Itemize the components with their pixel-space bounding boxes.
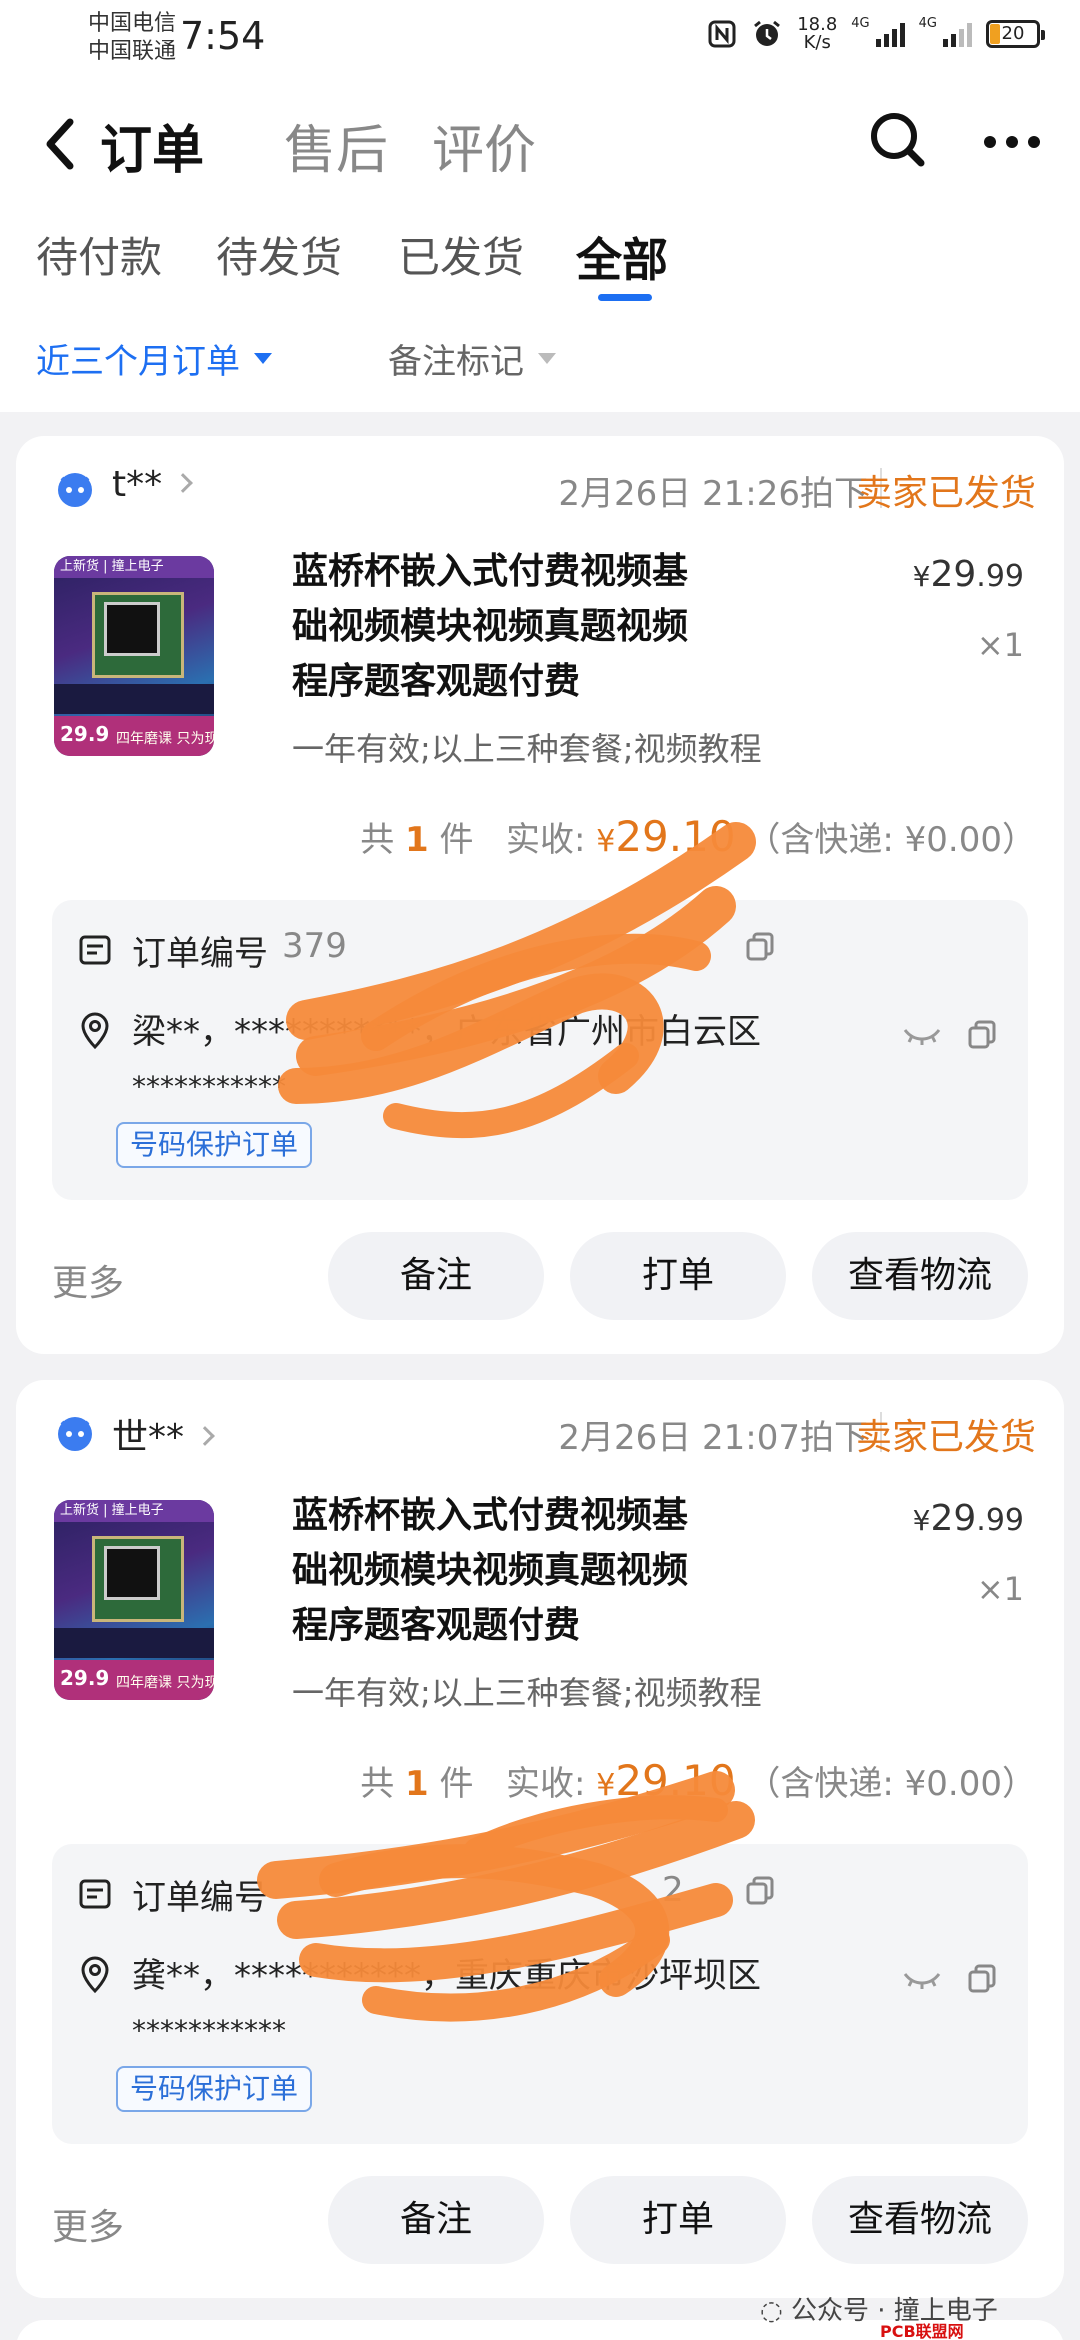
- signal-icon: [943, 21, 972, 47]
- track-shipment-button[interactable]: 查看物流: [812, 1232, 1028, 1320]
- order-summary: 共 1 件 实收: ¥29.10 （含快递: ¥0.00）: [360, 1756, 1036, 1805]
- copy-icon[interactable]: [966, 1018, 998, 1050]
- nfc-icon: [708, 20, 736, 48]
- subtab-pending-payment[interactable]: 待付款: [36, 224, 162, 285]
- location-pin-icon: [81, 1956, 109, 1994]
- shipping-address: 龚**，***********，重庆重庆市沙坪坝区: [132, 1956, 761, 1996]
- signal-2-label: 4G: [918, 16, 937, 31]
- order-number-icon: [79, 935, 111, 965]
- battery-icon: 20: [986, 20, 1045, 48]
- track-shipment-button[interactable]: 查看物流: [812, 2176, 1028, 2264]
- shop-name[interactable]: t**: [112, 464, 194, 505]
- copy-icon[interactable]: [744, 1874, 776, 1906]
- print-order-button[interactable]: 打单: [570, 1232, 786, 1320]
- shop-avatar-icon: [58, 473, 92, 507]
- order-time: 2月26日 21:07拍下: [558, 1418, 868, 1458]
- chevron-right-icon: [173, 473, 194, 493]
- order-card: 世** 2月26日 21:07拍下 卖家已发货 上新货 | 撞上电子 29.9 …: [16, 1380, 1064, 2298]
- search-icon[interactable]: [866, 108, 930, 172]
- subtab-all[interactable]: 全部: [576, 224, 668, 290]
- clock: 7:54: [180, 14, 266, 58]
- order-number-value: 2: [662, 1870, 684, 1910]
- copy-icon[interactable]: [966, 1962, 998, 1994]
- location-pin-icon: [81, 1012, 109, 1050]
- order-status: 卖家已发货: [855, 1417, 1036, 1458]
- subtab-shipped[interactable]: 已发货: [398, 224, 524, 285]
- status-bar: 中国电信 中国联通 7:54 18.8 K/s 4G 4G 20: [0, 0, 1080, 72]
- subtab-pending-shipment[interactable]: 待发货: [216, 224, 342, 285]
- product-quantity: ×1: [976, 1570, 1024, 1608]
- tab-reviews[interactable]: 评价: [432, 108, 536, 183]
- remark-button[interactable]: 备注: [328, 2176, 544, 2264]
- hidden-eye-icon[interactable]: [902, 1970, 942, 1990]
- shipping-address-detail: ***********: [132, 1070, 286, 1103]
- product-sku: 一年有效;以上三种套餐;视频教程: [292, 730, 762, 768]
- wechat-icon: ◌: [760, 2296, 791, 2326]
- product-thumbnail[interactable]: 上新货 | 撞上电子 29.9 四年磨课 只为现在: [54, 1500, 214, 1700]
- order-time: 2月26日 21:26拍下: [558, 474, 868, 514]
- product-quantity: ×1: [976, 626, 1024, 664]
- print-order-button[interactable]: 打单: [570, 2176, 786, 2264]
- filter-note-mark[interactable]: 备注标记: [388, 334, 556, 383]
- active-tab-indicator: [598, 294, 652, 301]
- order-status: 卖家已发货: [855, 473, 1036, 514]
- shop-name[interactable]: 世**: [112, 1408, 215, 1460]
- carrier-labels: 中国电信 中国联通: [88, 10, 176, 66]
- more-options-icon[interactable]: [980, 132, 1044, 152]
- order-number-value: 379: [282, 926, 347, 966]
- order-number-label: 订单编号: [132, 934, 268, 974]
- back-arrow-icon[interactable]: [40, 114, 80, 174]
- shipping-address-detail: ***********: [132, 2014, 286, 2047]
- remark-button[interactable]: 备注: [328, 1232, 544, 1320]
- product-price: ¥29.99: [912, 1498, 1024, 1539]
- number-protection-tag: 号码保护订单: [116, 1122, 313, 1168]
- shop-avatar-icon: [58, 1417, 92, 1451]
- dropdown-arrow-icon: [254, 353, 272, 364]
- order-card: t** 2月26日 21:26拍下 卖家已发货 上新货 | 撞上电子 29.9 …: [16, 436, 1064, 1354]
- shipping-address: 梁**，***********，广东省广州市白云区: [132, 1012, 761, 1052]
- copy-icon[interactable]: [744, 930, 776, 962]
- product-sku: 一年有效;以上三种套餐;视频教程: [292, 1674, 762, 1712]
- number-protection-tag: 号码保护订单: [116, 2066, 313, 2112]
- tab-after-sales[interactable]: 售后: [284, 108, 388, 183]
- net-speed: 18.8 K/s: [797, 14, 838, 53]
- product-thumbnail[interactable]: 上新货 | 撞上电子 29.9 四年磨课 只为现在: [54, 556, 214, 756]
- tab-orders[interactable]: 订单: [100, 108, 204, 183]
- more-link[interactable]: 更多: [52, 2198, 124, 2250]
- filter-date-range[interactable]: 近三个月订单: [36, 334, 272, 383]
- site-watermark: PCB联盟网（Pcbbar.com）: [880, 2322, 964, 2340]
- product-price: ¥29.99: [912, 554, 1024, 595]
- order-info-box: 订单编号 379 梁**，***********，广东省广州市白云区 *****…: [52, 900, 1028, 1200]
- signal-1-label: 4G: [851, 16, 870, 31]
- page-header: 订单 售后 评价 待付款 待发货 已发货 全部 近三个月订单 备注标记: [0, 72, 1080, 412]
- hidden-eye-icon[interactable]: [902, 1026, 942, 1046]
- dropdown-arrow-icon: [538, 353, 556, 364]
- product-title[interactable]: 蓝桥杯嵌入式付费视频基础视频模块视频真题视频程序题客观题付费: [292, 544, 692, 709]
- signal-icon: [875, 21, 905, 47]
- system-icons: 18.8 K/s 4G 4G 20: [707, 14, 1045, 53]
- order-number-label: 订单编号: [132, 1878, 268, 1918]
- product-title[interactable]: 蓝桥杯嵌入式付费视频基础视频模块视频真题视频程序题客观题付费: [292, 1488, 692, 1653]
- order-number-icon: [79, 1879, 111, 1909]
- order-summary: 共 1 件 实收: ¥29.10 （含快递: ¥0.00）: [360, 812, 1036, 861]
- carrier-2: 中国联通: [88, 39, 177, 64]
- order-info-box: 订单编号 2 龚**，***********，重庆重庆市沙坪坝区 *******…: [52, 1844, 1028, 2144]
- chevron-right-icon: [195, 1426, 215, 1446]
- carrier-1: 中国电信: [88, 11, 177, 36]
- alarm-icon: [754, 20, 781, 46]
- more-link[interactable]: 更多: [52, 1254, 124, 1306]
